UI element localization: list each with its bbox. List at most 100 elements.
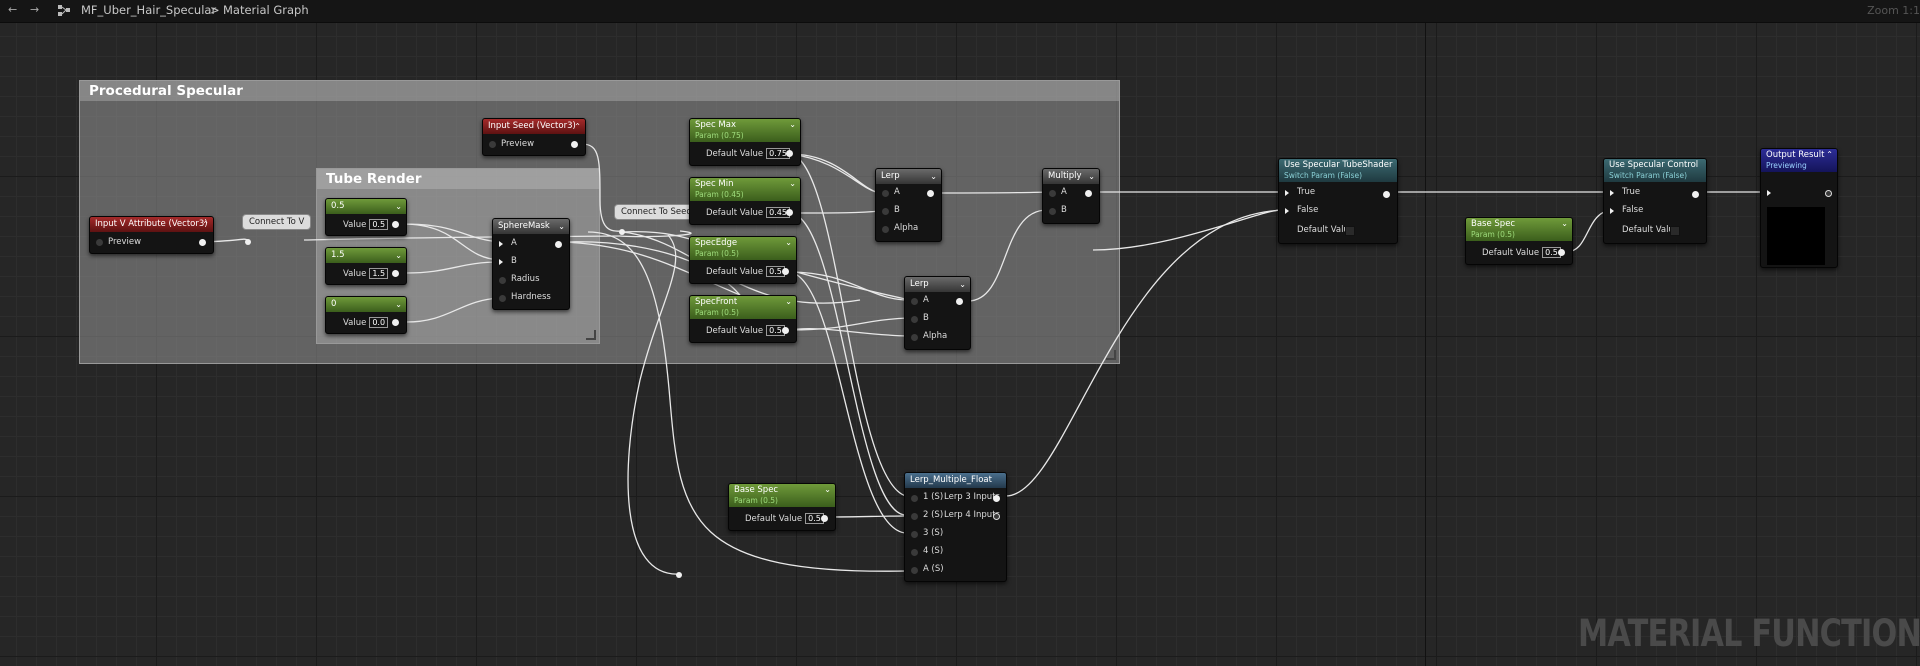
node-spheremask[interactable]: SphereMask ⌄ A B Radius Hardness	[492, 218, 570, 310]
input-pin-2[interactable]	[911, 513, 918, 520]
node-header: Input Seed (Vector3) ⌃	[483, 119, 585, 134]
input-pin-radius[interactable]	[499, 277, 506, 284]
input-pin-true[interactable]	[1610, 190, 1614, 196]
output-pin-lerp-3[interactable]	[993, 495, 1000, 502]
output-pin[interactable]	[1085, 190, 1092, 197]
input-pin-false[interactable]	[1610, 208, 1614, 214]
input-pin-b[interactable]	[911, 316, 918, 323]
output-pin[interactable]	[1558, 249, 1565, 256]
node-base-spec-right[interactable]: Base Spec Param (0.5) ⌄ Default Value 0.5	[1465, 217, 1573, 265]
node-spec-front[interactable]: SpecFront Param (0.5) ⌄ Default Value 0.5	[689, 295, 797, 343]
node-use-specular-control[interactable]: Use Specular Control Switch Param (False)…	[1603, 158, 1707, 244]
node-spec-max[interactable]: Spec Max Param (0.75) ⌄ Default Value 0.75	[689, 118, 801, 166]
output-pin[interactable]	[571, 141, 578, 148]
pin-label: Alpha	[923, 331, 948, 341]
chevron-down-icon[interactable]: ⌄	[789, 119, 796, 130]
chevron-up-icon[interactable]: ⌃	[1826, 149, 1833, 160]
output-pin[interactable]	[782, 327, 789, 334]
input-pin-hardness[interactable]	[499, 295, 506, 302]
chevron-down-icon[interactable]: ⌄	[395, 297, 402, 312]
output-pin[interactable]	[1825, 190, 1832, 197]
pin-label: B	[511, 256, 517, 266]
node-subtitle: Param (0.5)	[695, 308, 739, 317]
material-graph-canvas[interactable]: ← → MF_Uber_Hair_Specular > Material Gra…	[0, 0, 1920, 666]
pin-label: Lerp 3 Inputs	[944, 492, 1000, 502]
output-pin[interactable]	[782, 268, 789, 275]
chevron-down-icon[interactable]: ⌄	[959, 277, 966, 292]
input-pin-b[interactable]	[882, 208, 889, 215]
chevron-up-icon[interactable]: ⌃	[574, 119, 581, 134]
reroute-pin[interactable]	[619, 229, 625, 235]
node-multiply[interactable]: Multiply ⌄ A B	[1042, 168, 1100, 224]
node-lerp-multiple-float[interactable]: Lerp_Multiple_Float 1 (S) 2 (S) 3 (S) 4 …	[904, 472, 1007, 582]
value-field[interactable]: 0.0	[369, 317, 389, 328]
output-pin[interactable]	[821, 515, 828, 522]
input-pin-a[interactable]	[499, 241, 503, 247]
output-pin[interactable]	[786, 150, 793, 157]
output-pin[interactable]	[555, 241, 562, 248]
input-pin-b[interactable]	[499, 259, 503, 265]
node-constant-2[interactable]: 1.5 ⌄ Value 1.5	[325, 247, 407, 285]
input-pin-a[interactable]	[1049, 190, 1056, 197]
output-pin[interactable]	[927, 190, 934, 197]
input-pin-alpha[interactable]	[911, 334, 918, 341]
input-pin-a[interactable]	[911, 298, 918, 305]
node-header: Lerp ⌄	[905, 277, 970, 292]
node-input-v-attribute[interactable]: Input V Attribute (Vector3) ⌃ Preview	[89, 216, 214, 254]
chevron-down-icon[interactable]: ⌄	[785, 296, 792, 307]
input-pin-a[interactable]	[911, 567, 918, 574]
input-pin-b[interactable]	[1049, 208, 1056, 215]
input-pin-4[interactable]	[911, 549, 918, 556]
output-pin[interactable]	[392, 221, 399, 228]
input-pin-false[interactable]	[1285, 208, 1289, 214]
node-output-result[interactable]: Output Result Previewing ⌃	[1760, 148, 1838, 268]
connect-to-v-button[interactable]: Connect To V	[242, 214, 312, 230]
chevron-down-icon[interactable]: ⌄	[930, 169, 937, 184]
node-spec-min[interactable]: Spec Min Param (0.45) ⌄ Default Value 0.45	[689, 177, 801, 225]
input-pin-alpha[interactable]	[882, 226, 889, 233]
input-pin-true[interactable]	[1285, 190, 1289, 196]
chevron-down-icon[interactable]: ⌄	[395, 199, 402, 214]
node-spec-edge[interactable]: SpecEdge Param (0.5) ⌄ Default Value 0.5	[689, 236, 797, 284]
chevron-up-icon[interactable]: ⌃	[202, 217, 209, 232]
chevron-down-icon[interactable]: ⌄	[558, 219, 565, 234]
input-pin-1[interactable]	[911, 495, 918, 502]
node-lerp-1[interactable]: Lerp ⌄ A B Alpha	[875, 168, 942, 242]
input-pin-3[interactable]	[911, 531, 918, 538]
preview-viewport[interactable]	[1767, 207, 1825, 265]
node-title: Spec Min	[695, 179, 734, 189]
reroute-pin[interactable]	[245, 239, 251, 245]
value-field[interactable]: 1.5	[369, 268, 389, 279]
default-checkbox[interactable]	[1345, 226, 1355, 236]
node-input-seed[interactable]: Input Seed (Vector3) ⌃ Preview	[482, 118, 586, 156]
chevron-down-icon[interactable]: ⌄	[1561, 218, 1568, 229]
reroute-pin[interactable]	[676, 572, 682, 578]
output-pin[interactable]	[199, 239, 206, 246]
connect-to-seed-button[interactable]: Connect To Seed	[614, 204, 699, 220]
input-pin[interactable]	[1767, 190, 1771, 196]
output-pin[interactable]	[786, 209, 793, 216]
output-pin[interactable]	[956, 298, 963, 305]
chevron-down-icon[interactable]: ⌄	[789, 178, 796, 189]
output-pin[interactable]	[392, 270, 399, 277]
output-pin[interactable]	[1383, 191, 1390, 198]
chevron-down-icon[interactable]: ⌄	[1088, 169, 1095, 184]
pin-label: True	[1622, 187, 1641, 197]
output-pin[interactable]	[392, 319, 399, 326]
value-field[interactable]: 0.5	[369, 219, 389, 230]
node-base-spec-bottom[interactable]: Base Spec Param (0.5) ⌄ Default Value 0.5	[728, 483, 836, 531]
node-constant-1[interactable]: 0.5 ⌄ Value 0.5	[325, 198, 407, 236]
material-function-watermark: MATERIAL FUNCTION	[1578, 612, 1920, 655]
output-pin-lerp-4[interactable]	[993, 513, 1000, 520]
node-constant-3[interactable]: 0 ⌄ Value 0.0	[325, 296, 407, 334]
default-checkbox[interactable]	[1670, 226, 1680, 236]
preview-pin[interactable]	[96, 239, 103, 246]
input-pin-a[interactable]	[882, 190, 889, 197]
preview-pin[interactable]	[489, 141, 496, 148]
output-pin[interactable]	[1692, 191, 1699, 198]
chevron-down-icon[interactable]: ⌄	[824, 484, 831, 495]
node-use-specular-tubeshader[interactable]: Use Specular TubeShader Switch Param (Fal…	[1278, 158, 1398, 244]
chevron-down-icon[interactable]: ⌄	[785, 237, 792, 248]
node-lerp-2[interactable]: Lerp ⌄ A B Alpha	[904, 276, 971, 350]
chevron-down-icon[interactable]: ⌄	[395, 248, 402, 263]
